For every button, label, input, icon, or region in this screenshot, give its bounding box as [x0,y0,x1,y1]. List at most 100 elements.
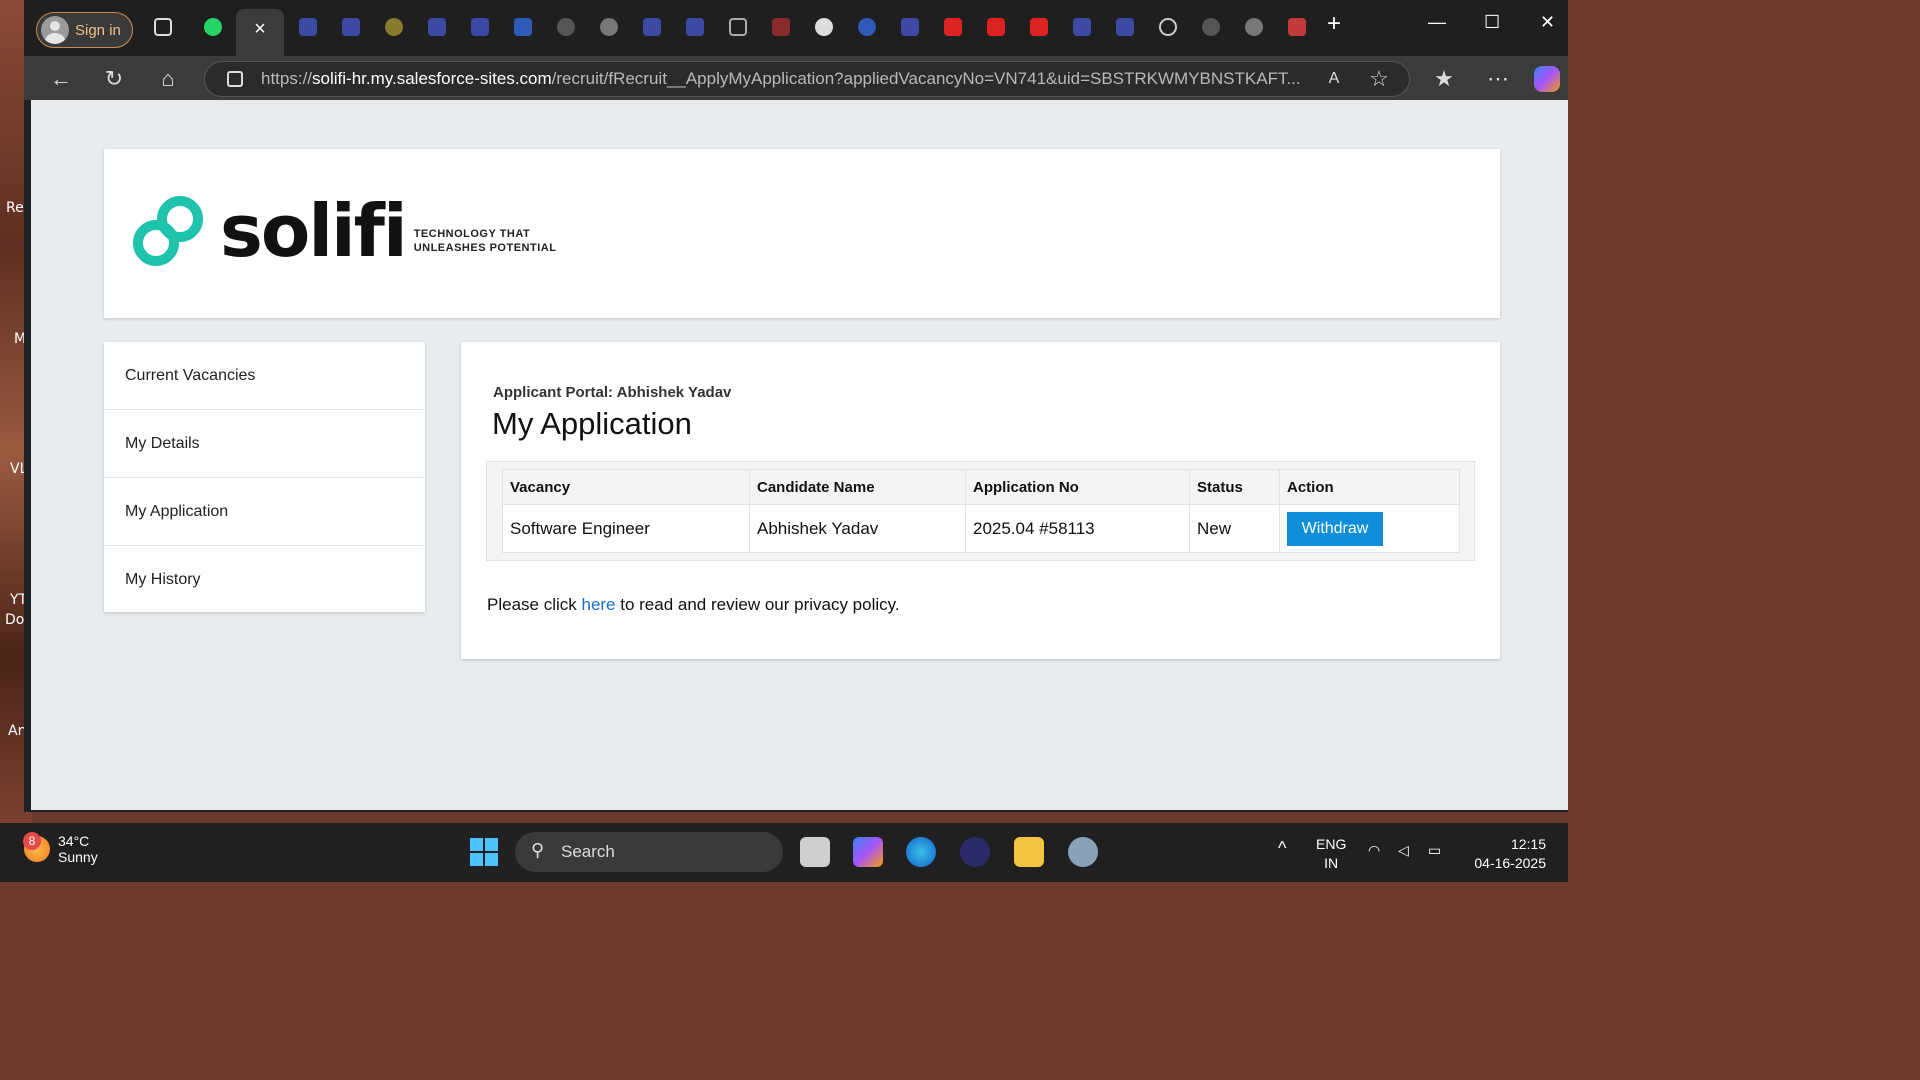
cell-status: New [1189,504,1280,553]
active-tab-close-icon[interactable]: × [236,9,284,56]
maximize-icon[interactable]: ☐ [1484,12,1500,33]
site-header: solifi TECHNOLOGY THAT UNLEASHES POTENTI… [104,149,1500,318]
globe-tab-icon[interactable] [1159,18,1177,36]
weather-condition: Sunny [58,849,98,865]
page-title: My Application [492,406,692,441]
tab-favicon-icon[interactable] [901,18,919,36]
cell-vacancy: Software Engineer [502,504,750,553]
favorite-star-icon[interactable]: ☆ [1364,64,1394,94]
column-header-action: Action [1279,469,1460,505]
url-scheme: https:// [261,69,313,88]
cell-application-no: 2025.04 #58113 [965,504,1190,553]
tab-favicon-icon[interactable] [342,18,360,36]
pdf-tab-icon[interactable] [772,18,790,36]
tab-favicon-icon[interactable] [471,18,489,36]
tab-favicon-icon[interactable] [428,18,446,36]
application-table-container: Vacancy Candidate Name Application No St… [486,461,1475,561]
more-options-icon[interactable]: ⋯ [1483,64,1513,94]
favorites-icon[interactable]: ★ [1429,64,1459,94]
tagline-line-2: UNLEASHES POTENTIAL [413,242,557,254]
lock-icon [227,71,243,87]
column-header-candidate: Candidate Name [749,469,966,505]
copilot-taskbar-icon[interactable] [853,837,883,867]
minimize-icon[interactable]: — [1428,12,1446,33]
home-icon[interactable]: ⌂ [153,64,183,94]
desktop-icon-label: Re [6,200,24,216]
sign-in-label: Sign in [75,21,121,39]
search-placeholder: Search [561,842,615,861]
eclipse-icon[interactable] [960,837,990,867]
weather-temperature: 34°C [58,833,90,849]
sidebar-item-current-vacancies[interactable]: Current Vacancies [104,342,425,410]
close-window-icon[interactable]: ✕ [1540,12,1555,33]
tab-actions-icon[interactable] [154,18,172,36]
tab-favicon-icon[interactable] [514,18,532,36]
language-indicator[interactable]: ENG IN [1316,835,1346,873]
clock-date: 04-16-2025 [1474,855,1546,871]
sidebar-item-my-details[interactable]: My Details [104,410,425,478]
tab-favicon-icon[interactable] [729,18,747,36]
cell-action: Withdraw [1279,504,1460,553]
new-tab-icon[interactable]: + [1327,10,1341,38]
sidebar-item-my-history[interactable]: My History [104,546,425,614]
tab-favicon-icon[interactable] [600,18,618,36]
weather-widget[interactable]: 8 34°C Sunny [23,832,98,865]
url-field[interactable]: https:// solifi-hr.my.salesforce-sites.c… [204,61,1410,97]
volume-icon[interactable]: ◁ [1398,841,1409,860]
read-aloud-icon[interactable]: A [1319,64,1349,94]
windows-start-icon[interactable] [470,838,498,866]
tab-favicon-icon[interactable] [1288,18,1306,36]
clock[interactable]: 12:15 04-16-2025 [1466,835,1546,873]
tab-favicon-icon[interactable] [858,18,876,36]
profile-avatar-icon [41,16,69,44]
copilot-icon[interactable] [1534,66,1560,92]
withdraw-button[interactable]: Withdraw [1287,511,1383,546]
solifi-logo-icon [133,196,203,266]
pdf-tab-icon[interactable] [1030,18,1048,36]
whatsapp-tab-icon[interactable] [204,18,222,36]
application-panel: Applicant Portal: Abhishek Yadav My Appl… [461,342,1500,659]
address-bar-row: ← ↻ ⌂ https:// solifi-hr.my.salesforce-s… [24,56,1568,100]
portal-user-label: Applicant Portal: Abhishek Yadav [493,384,732,401]
privacy-policy-link[interactable]: here [581,595,615,614]
column-header-status: Status [1189,469,1280,505]
tab-favicon-icon[interactable] [1245,18,1263,36]
edge-icon[interactable] [906,837,936,867]
refresh-icon[interactable]: ↻ [99,64,129,94]
solifi-logo: solifi TECHNOLOGY THAT UNLEASHES POTENTI… [126,189,556,273]
wifi-icon[interactable]: ◠ [1368,841,1380,860]
tab-favicon-icon[interactable] [299,18,317,36]
taskbar-search[interactable]: ⚲ Search [515,832,783,872]
sidebar-item-my-application[interactable]: My Application [104,478,425,546]
privacy-text-prefix: Please click [487,595,582,614]
back-icon[interactable]: ← [46,64,76,94]
language-line-1: ENG [1316,836,1347,852]
browser-window: Sign in × + — ☐ ✕ ← ↻ ⌂ https:// solifi-… [24,0,1568,812]
tab-favicon-icon[interactable] [686,18,704,36]
tab-favicon-icon[interactable] [385,18,403,36]
tagline-line-1: TECHNOLOGY THAT [413,228,531,240]
tab-favicon-icon[interactable] [1073,18,1091,36]
language-line-2: IN [1324,855,1339,871]
file-explorer-icon[interactable] [1014,837,1044,867]
web-page: solifi TECHNOLOGY THAT UNLEASHES POTENTI… [31,100,1568,810]
column-header-vacancy: Vacancy [502,469,750,505]
pdf-tab-icon[interactable] [987,18,1005,36]
tab-favicon-icon[interactable] [557,18,575,36]
tab-favicon-icon[interactable] [1116,18,1134,36]
battery-icon[interactable]: ▭ [1428,841,1441,860]
settings-gear-icon[interactable] [1068,837,1098,867]
pdf-tab-icon[interactable] [944,18,962,36]
logo-wordmark: solifi [220,189,408,273]
table-row: Software Engineer Abhishek Yadav 2025.04… [502,504,1460,553]
chevron-up-icon[interactable]: ^ [1278,839,1286,858]
tab-favicon-icon[interactable] [1202,18,1220,36]
table-header-row: Vacancy Candidate Name Application No St… [502,469,1460,505]
column-header-application-no: Application No [965,469,1190,505]
github-tab-icon[interactable] [815,18,833,36]
url-host: solifi-hr.my.salesforce-sites.com [312,69,552,88]
clock-time: 12:15 [1510,836,1546,852]
task-view-icon[interactable] [800,837,830,867]
sign-in-button[interactable]: Sign in [36,12,133,48]
tab-favicon-icon[interactable] [643,18,661,36]
